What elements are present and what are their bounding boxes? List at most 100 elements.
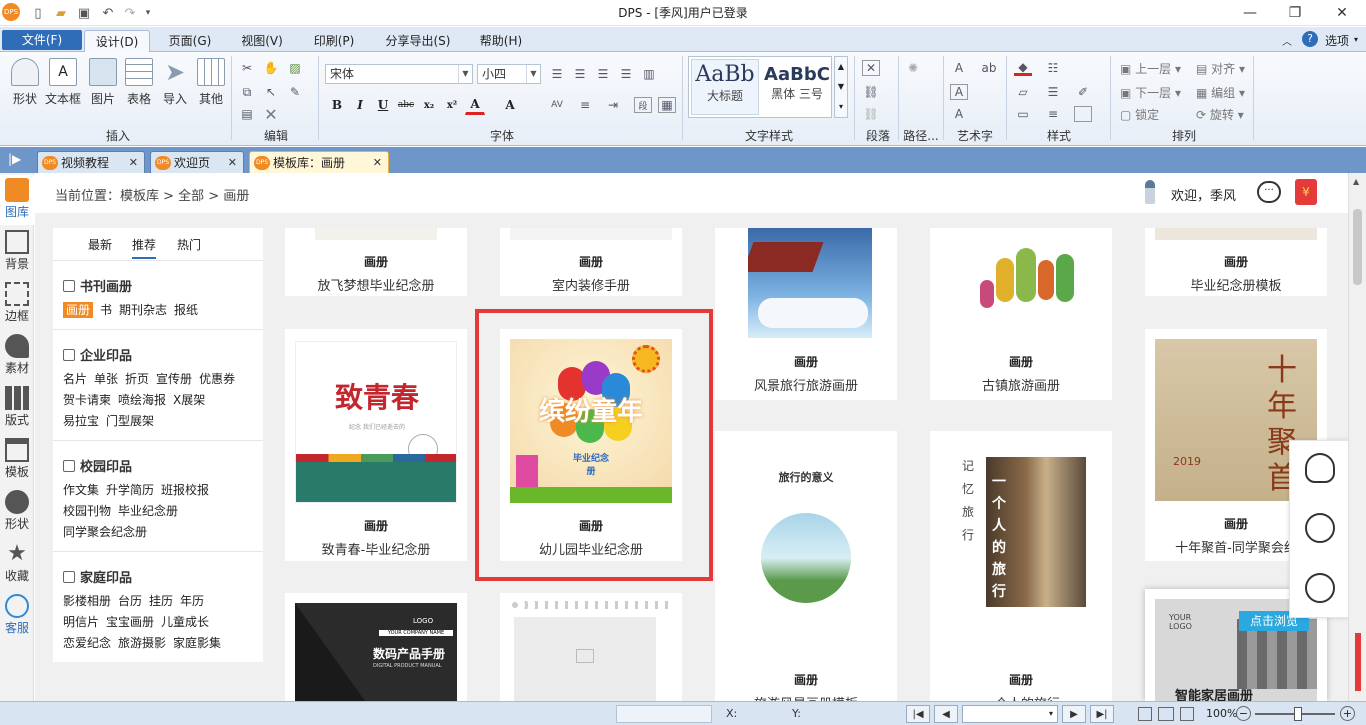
item-magazine[interactable]: 期刊杂志 xyxy=(119,303,167,317)
menu-options[interactable]: 选项 xyxy=(1322,30,1352,52)
tab-template-library[interactable]: DPS 模板库：画册 ✕ xyxy=(249,151,389,173)
picture-tool-icon[interactable]: ▨ xyxy=(286,60,304,76)
fill-color-icon[interactable]: ◆ xyxy=(1014,60,1032,76)
item-love-memory[interactable]: 恋爱纪念 xyxy=(63,636,111,650)
char-spacing-icon[interactable]: AV xyxy=(548,97,566,113)
menu-page[interactable]: 页面(G) xyxy=(163,30,217,52)
text-style-title[interactable]: AaBb 大标题 xyxy=(691,59,759,115)
art-text-frame-icon[interactable]: A xyxy=(950,84,968,100)
item-coupon[interactable]: 优惠券 xyxy=(199,372,235,386)
send-backward-button[interactable]: ▣ 下一层 ▾ xyxy=(1120,84,1181,101)
art-text-icon[interactable]: A xyxy=(950,60,968,76)
template-card-fly-dream[interactable]: 画册 放飞梦想毕业纪念册 xyxy=(285,228,467,296)
table-button[interactable]: 表格 xyxy=(124,58,154,108)
group-button[interactable]: ▦ 编组 ▾ xyxy=(1196,84,1245,101)
tab-recommend[interactable]: 推荐 xyxy=(132,236,157,259)
close-tab-icon[interactable]: ✕ xyxy=(228,156,237,169)
vertical-scrollbar[interactable]: ▲ xyxy=(1348,173,1366,701)
bring-forward-button[interactable]: ▣ 上一层 ▾ xyxy=(1120,60,1181,77)
sidebar-item-service[interactable]: 客服 xyxy=(0,591,34,641)
qq-icon[interactable] xyxy=(1305,453,1335,483)
subscript-button[interactable]: x₂ xyxy=(419,95,439,115)
template-card-ancient-town[interactable]: 画册 古镇旅游画册 xyxy=(930,228,1112,400)
tab-hot[interactable]: 热门 xyxy=(177,236,201,253)
effect-icon[interactable]: ▭ xyxy=(1014,106,1032,122)
options-dropdown-icon[interactable]: ▾ xyxy=(1354,35,1358,44)
close-tab-icon[interactable]: ✕ xyxy=(373,156,382,169)
item-brochure[interactable]: 宣传册 xyxy=(156,372,192,386)
wechat-icon[interactable] xyxy=(1305,513,1335,543)
item-reunion-book[interactable]: 同学聚会纪念册 xyxy=(63,525,147,539)
tab-welcome[interactable]: DPS 欢迎页 ✕ xyxy=(150,151,244,173)
other-button[interactable]: 其他 xyxy=(196,58,226,108)
close-button[interactable]: ✕ xyxy=(1328,2,1356,24)
hand-icon[interactable]: ✋ xyxy=(262,60,280,76)
template-card-graduation[interactable]: 画册 毕业纪念册模板 xyxy=(1145,228,1327,296)
item-postcard[interactable]: 明信片 xyxy=(63,615,99,629)
image-button[interactable]: 图片 xyxy=(88,58,118,108)
sidebar-item-favorites[interactable]: ★ 收藏 xyxy=(0,539,34,589)
first-page-button[interactable]: |◀ xyxy=(906,705,930,723)
headset-icon[interactable] xyxy=(1305,573,1335,603)
zoom-out-icon[interactable]: − xyxy=(1236,706,1251,721)
sidebar-item-template[interactable]: 模板 xyxy=(0,435,34,485)
menu-file[interactable]: 文件(F) xyxy=(2,30,82,50)
align-right-icon[interactable]: ☰ xyxy=(594,66,612,82)
item-desk-calendar[interactable]: 台历 xyxy=(118,594,142,608)
line-weight-icon[interactable]: ≡ xyxy=(1044,106,1062,122)
item-school-paper[interactable]: 班报校报 xyxy=(161,483,209,497)
item-door-stand[interactable]: 门型展架 xyxy=(106,414,154,428)
font-size-button[interactable]: A xyxy=(500,95,520,115)
sidebar-item-border[interactable]: 边框 xyxy=(0,279,34,329)
item-year-calendar[interactable]: 年历 xyxy=(180,594,204,608)
link-icon[interactable]: ⛓ xyxy=(862,84,880,100)
brush-icon[interactable]: ✎ xyxy=(286,84,304,100)
item-wall-calendar[interactable]: 挂历 xyxy=(149,594,173,608)
menu-print[interactable]: 印刷(P) xyxy=(307,30,361,52)
template-card-solo-travel[interactable]: 记忆旅行 一个人的旅行 画册 一个人的旅行 xyxy=(930,431,1112,712)
italic-button[interactable]: I xyxy=(350,95,370,115)
distribute-icon[interactable]: ▥ xyxy=(640,66,658,82)
menu-design[interactable]: 设计(D) xyxy=(84,30,150,53)
item-graduation-book[interactable]: 毕业纪念册 xyxy=(118,504,178,518)
scroll-thumb[interactable] xyxy=(1353,209,1362,285)
art-text-vertical-icon[interactable]: ab xyxy=(980,60,998,76)
scroll-up-icon[interactable]: ▲ xyxy=(1353,177,1359,186)
collapse-ribbon-icon[interactable]: ︿ xyxy=(1282,33,1292,48)
delete-icon[interactable]: ✕ xyxy=(262,105,280,124)
menu-view[interactable]: 视图(V) xyxy=(235,30,289,52)
art-text-shadow-icon[interactable]: A xyxy=(950,106,968,122)
paste-icon[interactable]: ▤ xyxy=(238,106,256,122)
shape-button[interactable]: 形状 xyxy=(10,58,40,108)
font-size-select[interactable]: 小四 ▼ xyxy=(477,64,541,84)
page-select[interactable]: ▾ xyxy=(962,705,1058,723)
gift-icon[interactable]: ¥ xyxy=(1295,179,1317,205)
item-greeting-card[interactable]: 贺卡请柬 xyxy=(63,393,111,407)
rotate-button[interactable]: ⟳ 旋转 ▾ xyxy=(1196,106,1244,123)
sidebar-item-background[interactable]: 背景 xyxy=(0,227,34,277)
view-mode-grid-icon[interactable] xyxy=(1180,707,1194,721)
item-business-card[interactable]: 名片 xyxy=(63,372,87,386)
box-style-icon[interactable] xyxy=(1074,106,1092,122)
line-color-icon[interactable]: ▱ xyxy=(1014,84,1032,100)
style-gallery-scroll[interactable]: ▲ ▼ ▾ xyxy=(834,56,848,118)
font-color-button[interactable]: A xyxy=(465,95,485,115)
underline-button[interactable]: U xyxy=(373,95,393,115)
message-icon[interactable]: ··· xyxy=(1257,181,1281,203)
item-poster[interactable]: 喷绘海报 xyxy=(118,393,166,407)
superscript-button[interactable]: x² xyxy=(442,95,462,115)
sidebar-item-shape[interactable]: 形状 xyxy=(0,487,34,537)
item-child-growth[interactable]: 儿童成长 xyxy=(161,615,209,629)
copy-icon[interactable]: ⧉ xyxy=(238,84,256,100)
item-rollup[interactable]: 易拉宝 xyxy=(63,414,99,428)
item-newspaper[interactable]: 报纸 xyxy=(174,303,198,317)
template-card-youth[interactable]: 致青春 纪念 我们已经逝去的 画册 致青春-毕业纪念册 xyxy=(285,329,467,561)
textbox-button[interactable]: A 文本框 xyxy=(45,58,81,108)
item-family-album[interactable]: 家庭影集 xyxy=(173,636,221,650)
bold-button[interactable]: B xyxy=(327,95,347,115)
item-resume[interactable]: 升学简历 xyxy=(106,483,154,497)
panel-toggle-icon[interactable]: |▶ xyxy=(8,152,21,166)
format-painter-icon[interactable]: ✐ xyxy=(1074,84,1092,100)
lock-button[interactable]: ▢ 锁定 xyxy=(1120,106,1159,123)
template-card-scenery[interactable]: 画册 风景旅行旅游画册 xyxy=(715,228,897,400)
